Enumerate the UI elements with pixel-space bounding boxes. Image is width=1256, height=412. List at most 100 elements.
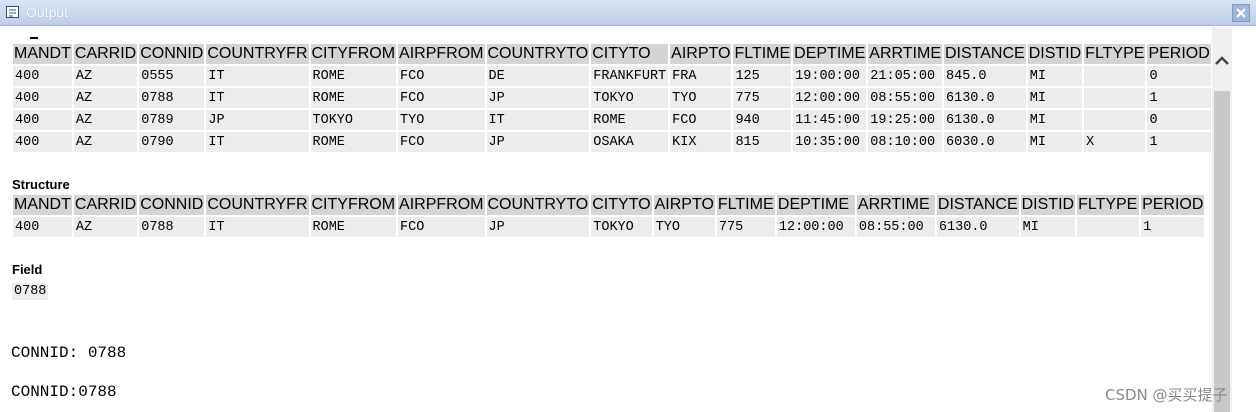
column-header-distance: DISTANCE [936, 195, 1019, 215]
scroll-up-icon[interactable] [1212, 52, 1232, 70]
cell-fltype: X [1084, 132, 1146, 152]
cell-distance: 6130.0 [944, 88, 1026, 108]
cell-fltime: 775 [716, 217, 775, 237]
column-header-arrtime: ARRTIME [856, 195, 935, 215]
column-header-cityto: CITYTO [591, 44, 669, 64]
table-row: 400 AZ 0790 IT ROME FCO JP OSAKA KIX 815 10:35:00 0… [13, 132, 1211, 152]
cell-connid: 0555 [139, 66, 205, 86]
column-header-cityfrom: CITYFROM [310, 195, 397, 215]
window-title: Output [26, 4, 69, 20]
cell-fltype [1084, 88, 1146, 108]
cell-connid: 0788 [139, 217, 205, 237]
output-line-2: CONNID:0788 [11, 383, 117, 401]
column-header-mandt: MANDT [13, 195, 72, 215]
cell-distid: MI [1020, 217, 1076, 237]
column-header-airpfrom: AIRPFROM [398, 195, 485, 215]
cell-airpfrom: FCO [398, 66, 485, 86]
field-value: 0788 [12, 283, 49, 300]
cell-period: 0 [1147, 66, 1211, 86]
cell-countryto: JP [486, 132, 590, 152]
cell-arrtime: 08:55:00 [856, 217, 935, 237]
cell-carrid: AZ [73, 132, 138, 152]
cell-carrid: AZ [73, 66, 138, 86]
column-header-airpto: AIRPTO [670, 44, 732, 64]
cell-period: 1 [1147, 132, 1211, 152]
column-header-period: PERIOD [1147, 44, 1211, 64]
column-header-countryto: COUNTRYTO [486, 44, 590, 64]
cell-distance: 6030.0 [944, 132, 1026, 152]
column-header-countryfr: COUNTRYFR [206, 44, 309, 64]
column-header-deptime: DEPTIME [776, 195, 855, 215]
cell-cityfrom: ROME [310, 88, 397, 108]
cell-fltype [1077, 217, 1140, 237]
column-header-countryto: COUNTRYTO [486, 195, 590, 215]
cell-cityto: TOKYO [591, 88, 669, 108]
cell-mandt: 400 [13, 217, 72, 237]
output-line-1: CONNID: 0788 [11, 344, 127, 362]
cell-connid: 0789 [139, 110, 205, 130]
column-header-distid: DISTID [1027, 44, 1083, 64]
cell-distance: 6130.0 [936, 217, 1019, 237]
marker-dash [30, 37, 38, 39]
cell-cityfrom: ROME [310, 217, 397, 237]
cell-countryfr: JP [206, 110, 309, 130]
cell-airpto: TYO [670, 88, 732, 108]
watermark-text: CSDN @买买提子 [1105, 386, 1228, 404]
window-titlebar: Output [0, 0, 1256, 26]
output-content: MANDT CARRID CONNID COUNTRYFR CITYFROM AIRPFR… [0, 27, 1212, 412]
column-header-deptime: DEPTIME [793, 44, 867, 64]
cell-airpto: TYO [653, 217, 715, 237]
cell-connid: 0790 [139, 132, 205, 152]
column-header-fltime: FLTIME [716, 195, 775, 215]
cell-countryto: IT [486, 110, 590, 130]
structure-table: MANDT CARRID CONNID COUNTRYFR CITYFROM AIRPFR… [11, 193, 1206, 239]
cell-mandt: 400 [13, 88, 72, 108]
column-header-cityto: CITYTO [591, 195, 652, 215]
cell-distance: 6130.0 [944, 110, 1026, 130]
cell-airpto: FRA [670, 66, 732, 86]
column-header-cityfrom: CITYFROM [310, 44, 397, 64]
cell-arrtime: 21:05:00 [868, 66, 942, 86]
cell-airpto: KIX [670, 132, 732, 152]
column-header-mandt: MANDT [13, 44, 72, 64]
close-icon [1236, 8, 1246, 18]
cell-period: 1 [1141, 217, 1205, 237]
table-row: 400 AZ 0788 IT ROME FCO JP TOKYO TYO 775 12:00:00 0… [13, 88, 1211, 108]
cell-airpfrom: FCO [398, 88, 485, 108]
table-row: 400 AZ 0555 IT ROME FCO DE FRANKFURT FRA 125 19:00… [13, 66, 1211, 86]
table-header-row: MANDT CARRID CONNID COUNTRYFR CITYFROM AIRPFR… [13, 195, 1205, 215]
cell-cityfrom: ROME [310, 66, 397, 86]
cell-distance: 845.0 [944, 66, 1026, 86]
cell-airpfrom: TYO [398, 110, 485, 130]
cell-airpto: FCO [670, 110, 732, 130]
column-header-distid: DISTID [1020, 195, 1076, 215]
cell-cityfrom: TOKYO [310, 110, 397, 130]
column-header-period: PERIOD [1141, 195, 1205, 215]
cell-fltime: 815 [733, 132, 792, 152]
cell-countryto: JP [486, 217, 590, 237]
cell-distid: MI [1027, 132, 1083, 152]
cell-connid: 0788 [139, 88, 205, 108]
cell-mandt: 400 [13, 110, 72, 130]
vertical-scrollbar[interactable] [1212, 27, 1232, 412]
cell-fltype [1084, 66, 1146, 86]
scrollbar-thumb[interactable] [1214, 91, 1230, 412]
cell-fltime: 775 [733, 88, 792, 108]
column-header-airpto: AIRPTO [653, 195, 715, 215]
column-header-fltype: FLTYPE [1084, 44, 1146, 64]
cell-cityfrom: ROME [310, 132, 397, 152]
column-header-distance: DISTANCE [944, 44, 1026, 64]
right-margin [1232, 27, 1256, 412]
cell-deptime: 10:35:00 [793, 132, 867, 152]
cell-period: 1 [1147, 88, 1211, 108]
close-button[interactable] [1232, 4, 1250, 22]
cell-countryto: DE [486, 66, 590, 86]
cell-arrtime: 08:10:00 [868, 132, 942, 152]
column-header-carrid: CARRID [73, 195, 138, 215]
cell-countryto: JP [486, 88, 590, 108]
cell-deptime: 12:00:00 [793, 88, 867, 108]
cell-mandt: 400 [13, 66, 72, 86]
field-label: Field [12, 262, 43, 277]
column-header-connid: CONNID [139, 44, 205, 64]
cell-deptime: 19:00:00 [793, 66, 867, 86]
